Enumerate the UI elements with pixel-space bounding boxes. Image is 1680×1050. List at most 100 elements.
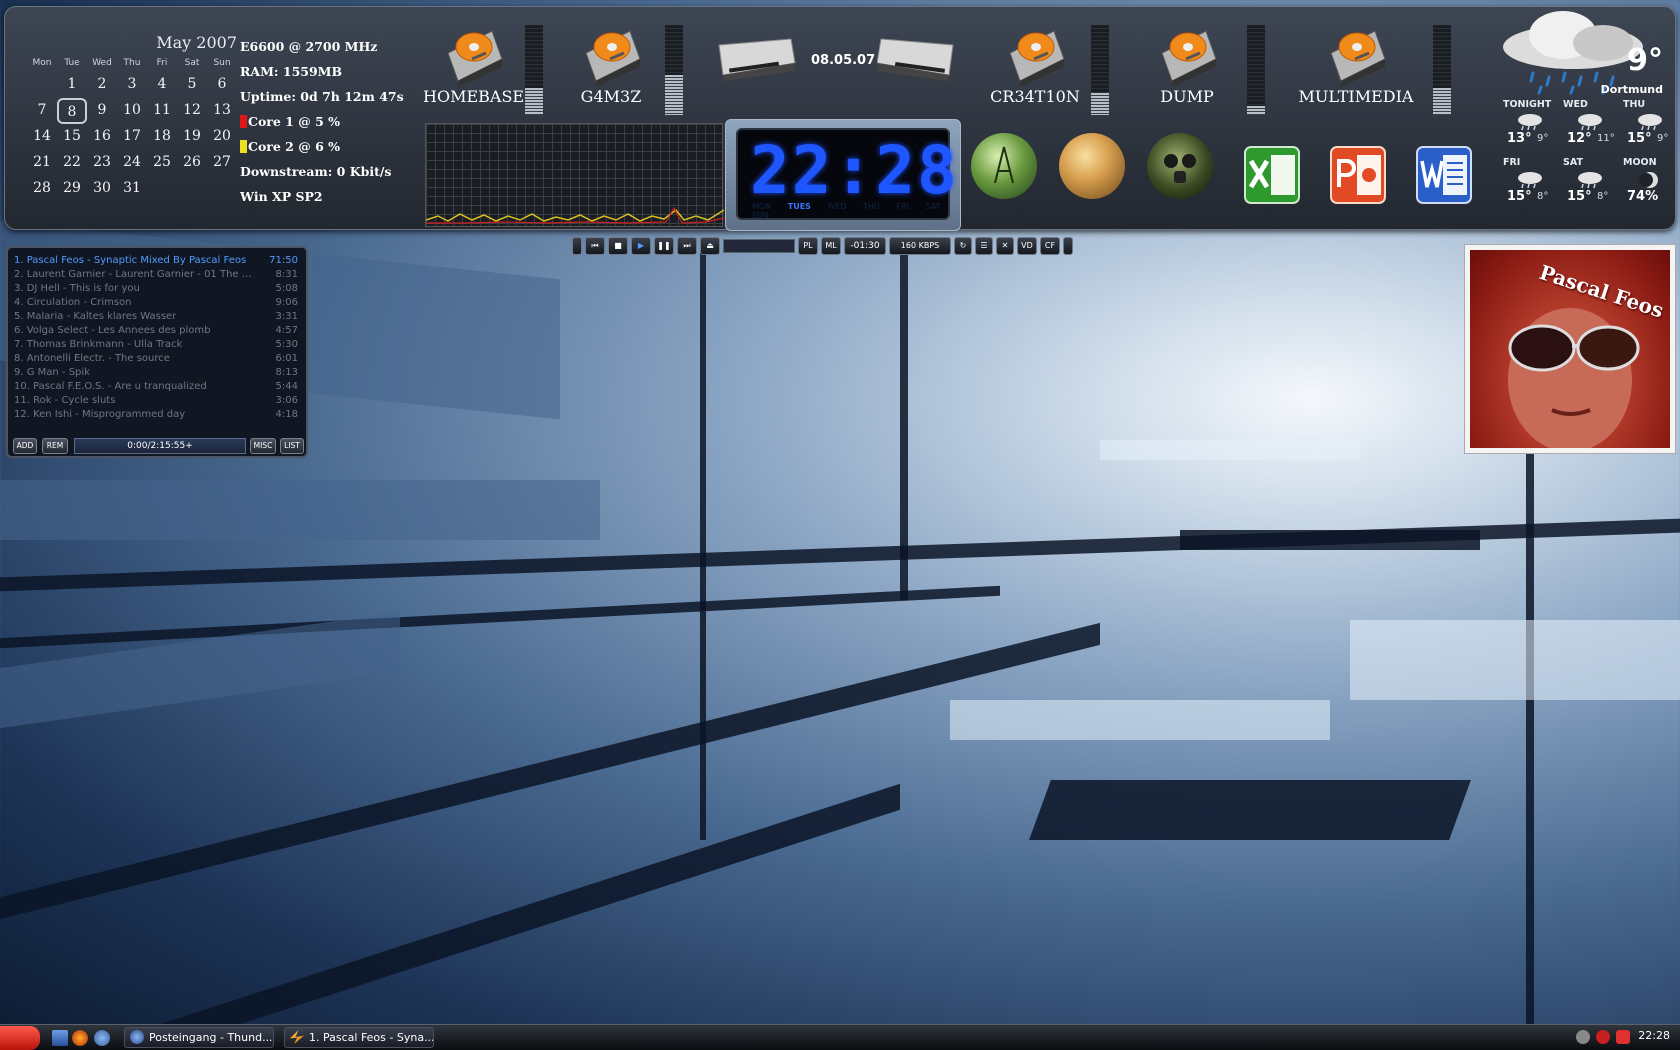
calendar-day: 9 xyxy=(97,102,107,118)
playlist-item[interactable]: 8. Antonelli Electr. - The source 6:01 xyxy=(14,352,298,366)
tray-volume-icon[interactable] xyxy=(1576,1030,1590,1044)
network-orb-icon[interactable] xyxy=(971,133,1037,199)
date-short: 08.05.07 xyxy=(811,53,876,68)
dvd-drive-2-icon[interactable] xyxy=(876,35,961,85)
word-icon[interactable] xyxy=(1413,143,1475,207)
playlist-item[interactable]: 10. Pascal F.E.O.S. - Are u tranqualized… xyxy=(14,380,298,394)
forecast-label: TONIGHT xyxy=(1503,99,1552,110)
calendar-weekday: Sun xyxy=(213,58,231,68)
drive-dump[interactable]: DUMP xyxy=(1137,23,1237,106)
calendar-day xyxy=(147,176,177,202)
rain-cloud-icon xyxy=(1575,113,1605,131)
playlist-item[interactable]: 12. Ken Ishi - Misprogrammed day 4:18 xyxy=(14,408,298,422)
weather-city: Dortmund xyxy=(1600,83,1663,96)
shuffle-button[interactable]: ✕ xyxy=(996,237,1014,255)
equalizer-button[interactable]: ☰ xyxy=(975,237,993,255)
playlist-misc-button[interactable]: MISC xyxy=(250,438,276,454)
firefox-icon[interactable] xyxy=(72,1030,88,1046)
playlist-list-button[interactable]: LIST xyxy=(280,438,304,454)
playlist-item-title: 12. Ken Ishi - Misprogrammed day xyxy=(14,409,186,420)
drive-homebase[interactable]: HOMEBASE xyxy=(423,23,524,106)
drive-usage-fill xyxy=(525,88,543,115)
playlist-item-duration: 6:01 xyxy=(275,353,298,364)
user-avatar-orb-icon[interactable] xyxy=(1059,133,1125,199)
tray-app-icon[interactable] xyxy=(1616,1030,1630,1044)
elapsed-time[interactable]: -01:30 xyxy=(844,237,886,255)
video-button[interactable]: VD xyxy=(1017,237,1037,255)
core2-indicator xyxy=(240,140,247,153)
playlist-list[interactable]: 1. Pascal Feos - Synaptic Mixed By Pasca… xyxy=(14,254,298,422)
drive-usage-fill xyxy=(1091,92,1109,115)
drive-g4m3z[interactable]: G4M3Z xyxy=(561,23,661,106)
repeat-button[interactable]: ↻ xyxy=(954,237,972,255)
player-menu-button[interactable] xyxy=(572,237,582,255)
playlist-item-title: 11. Rok - Cycle sluts xyxy=(14,395,116,406)
calendar-day: 21 xyxy=(33,154,51,170)
playlist-item[interactable]: 7. Thomas Brinkmann - Ulla Track 5:30 xyxy=(14,338,298,352)
drive-usage-fill xyxy=(665,74,683,115)
play-button[interactable]: ▶ xyxy=(631,237,651,255)
playlist-item[interactable]: 4. Circulation - Crimson 9:06 xyxy=(14,296,298,310)
playlist-item-title: 7. Thomas Brinkmann - Ulla Track xyxy=(14,339,183,350)
drive-usage-fill xyxy=(1247,106,1265,115)
playlist-item[interactable]: 6. Volga Select - Les Annees des plomb 4:… xyxy=(14,324,298,338)
drive-label: CR34T10N xyxy=(990,87,1080,106)
calendar-day: 18 xyxy=(153,128,171,144)
hard-drive-icon xyxy=(1156,23,1218,87)
playlist-item-duration: 8:31 xyxy=(275,269,298,280)
calendar-day: 2 xyxy=(97,76,107,92)
playlist-item-duration: 4:57 xyxy=(275,325,298,336)
stop-button[interactable]: ■ xyxy=(608,237,628,255)
playlist-item[interactable]: 1. Pascal Feos - Synaptic Mixed By Pasca… xyxy=(14,254,298,268)
config-button[interactable]: CF xyxy=(1040,237,1060,255)
calendar-day: 13 xyxy=(213,102,231,118)
playlist-item[interactable]: 5. Malaria - Kaltes klares Wasser 3:31 xyxy=(14,310,298,324)
taskbar-item-label: 1. Pascal Feos - Syna... xyxy=(309,1031,434,1044)
playlist-add-button[interactable]: ADD xyxy=(13,438,37,454)
clock-day: FRI xyxy=(896,202,909,211)
pause-button[interactable]: ❚❚ xyxy=(654,237,674,255)
next-button[interactable]: ⏭ xyxy=(677,237,697,255)
thunderbird-icon[interactable] xyxy=(94,1030,110,1046)
calendar-day xyxy=(207,176,237,202)
playlist-item[interactable]: 2. Laurent Garnier - Laurent Garnier - 0… xyxy=(14,268,298,282)
core2-info: Core 2 @ 6 % xyxy=(240,137,415,162)
calendar-today: 8 xyxy=(57,98,87,124)
drive-cr34t10n[interactable]: CR34T10N xyxy=(985,23,1085,106)
tray-security-icon[interactable] xyxy=(1596,1030,1610,1044)
playlist-item[interactable]: 9. G Man - Spik 8:13 xyxy=(14,366,298,380)
hard-drive-icon xyxy=(1325,23,1387,87)
drive-label: DUMP xyxy=(1160,87,1214,106)
calendar-day: 4 xyxy=(157,76,167,92)
clock-day: WED xyxy=(827,202,847,211)
player-close-button[interactable] xyxy=(1063,237,1073,255)
gasmask-orb-icon[interactable] xyxy=(1147,133,1213,199)
playlist-item-title: 5. Malaria - Kaltes klares Wasser xyxy=(14,311,177,322)
playlist-item[interactable]: 3. DJ Hell - This is for you 5:08 xyxy=(14,282,298,296)
media-library-button[interactable]: ML xyxy=(821,237,841,255)
clock-day: SUN xyxy=(752,211,769,220)
playlist-item-title: 6. Volga Select - Les Annees des plomb xyxy=(14,325,211,336)
taskbar-item-winamp[interactable]: 1. Pascal Feos - Syna... xyxy=(284,1027,434,1048)
system-info: E6600 @ 2700 MHz RAM: 1559MB Uptime: 0d … xyxy=(240,37,415,212)
calendar-day xyxy=(177,176,207,202)
core1-info: Core 1 @ 5 % xyxy=(240,112,415,137)
network-graph xyxy=(425,123,725,227)
start-button[interactable] xyxy=(0,1026,40,1050)
show-desktop-icon[interactable] xyxy=(52,1030,68,1046)
playlist-toggle-button[interactable]: PL xyxy=(798,237,818,255)
drive-usage-meter xyxy=(665,25,683,115)
ram-info: RAM: 1559MB xyxy=(240,64,343,79)
taskbar-item-thunderbird[interactable]: Posteingang - Thund... xyxy=(124,1027,274,1048)
playlist-item[interactable]: 11. Rok - Cycle sluts 3:06 xyxy=(14,394,298,408)
eject-button[interactable]: ⏏ xyxy=(700,237,720,255)
drive-multimedia[interactable]: MULTIMEDIA xyxy=(1291,23,1421,106)
powerpoint-icon[interactable] xyxy=(1327,143,1389,207)
playlist-remove-button[interactable]: REM xyxy=(42,438,68,454)
previous-button[interactable]: ⏮ xyxy=(585,237,605,255)
seek-slider[interactable] xyxy=(723,239,795,253)
excel-icon[interactable] xyxy=(1241,143,1303,207)
moon-phase-icon xyxy=(1635,171,1665,189)
dvd-drive-icon[interactable] xyxy=(715,35,799,85)
drive-usage-meter xyxy=(1247,25,1265,115)
